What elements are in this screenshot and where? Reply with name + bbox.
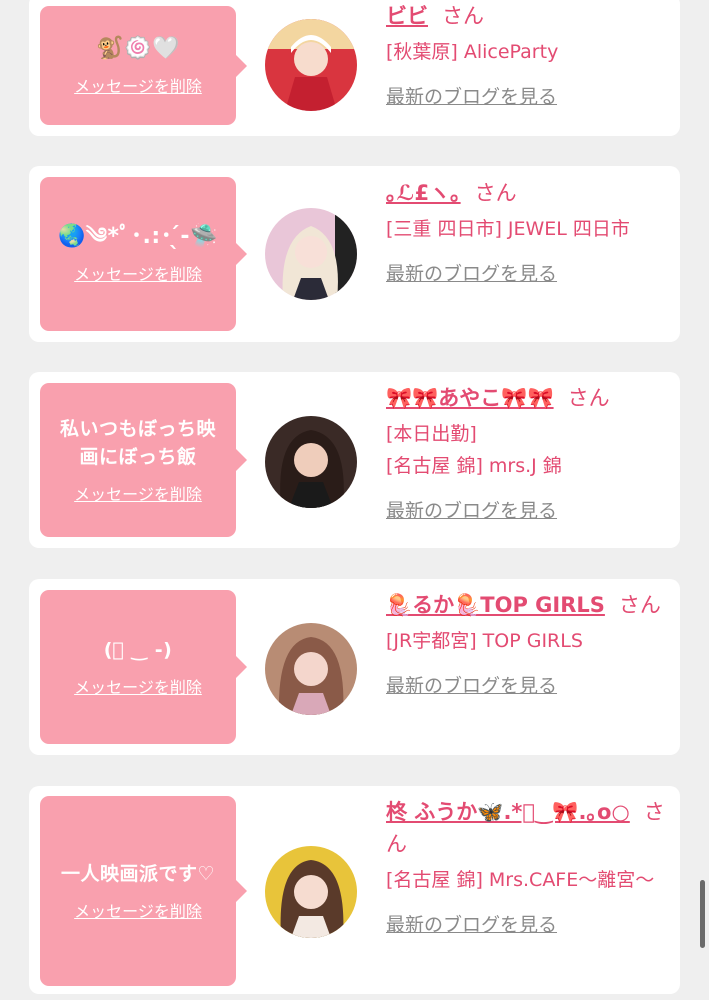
shop-line: [三重 四日市] JEWEL 四日市 <box>386 218 630 240</box>
profile-info: 🎀🎀あやこ🎀🎀 さん [本日出勤] [名古屋 錦] mrs.J 錦 最新のブログを… <box>386 382 668 523</box>
message-card: 🐒🍥🤍 メッセージを削除 ビビ さん [秋葉原] AliceParty 最新のブロ… <box>29 0 680 136</box>
name-row: 🪼るか🪼TOP GIRLS さん <box>386 589 668 621</box>
message-card: 一人映画派です♡ メッセージを削除 柊 ふうか🦋.*ﾟ‿🎀.｡o○ さん [名古屋… <box>29 786 680 994</box>
latest-blog-link[interactable]: 最新のブログを見る <box>386 671 668 698</box>
latest-blog-link[interactable]: 最新のブログを見る <box>386 259 668 286</box>
message-text: 一人映画派です♡ <box>60 863 216 885</box>
message-text: 🌏༄*ﾟ･.:･ ̖́-🛸 <box>58 224 218 249</box>
profile-info: 柊 ふうか🦋.*ﾟ‿🎀.｡o○ さん [名古屋 錦] Mrs.CAFE〜離宮〜 最… <box>386 796 668 937</box>
message-bubble: 🐒🍥🤍 メッセージを削除 <box>40 6 247 125</box>
profile-name-link[interactable]: 🎀🎀あやこ🎀🎀 <box>386 386 554 410</box>
avatar-photo-icon <box>265 846 357 938</box>
profile-info: ｡ℒ£ヽ｡ さん [三重 四日市] JEWEL 四日市 最新のブログを見る <box>386 177 668 286</box>
latest-blog-link[interactable]: 最新のブログを見る <box>386 82 668 109</box>
message-card: (ﾟ ‿ -) メッセージを削除 🪼るか🪼TOP GIRLS さん [JR宇都宮]… <box>29 579 680 755</box>
message-card: 🌏༄*ﾟ･.:･ ̖́-🛸 メッセージを削除 ｡ℒ£ヽ｡ さん [三重 四日市] … <box>29 166 680 342</box>
shop-line: [秋葉原] AliceParty <box>386 41 559 63</box>
honorific: さん <box>567 386 610 410</box>
status-line: [本日出勤] <box>386 423 477 445</box>
avatar[interactable] <box>265 846 357 938</box>
profile-name-link[interactable]: 柊 ふうか🦋.*ﾟ‿🎀.｡o○ <box>386 800 630 824</box>
message-bubble: 一人映画派です♡ メッセージを削除 <box>40 796 247 986</box>
profile-name-link[interactable]: ｡ℒ£ヽ｡ <box>386 181 461 205</box>
shop-line: [JR宇都宮] TOP GIRLS <box>386 630 583 652</box>
avatar-photo-icon <box>265 623 357 715</box>
avatar-photo-icon <box>265 19 357 111</box>
scrollbar[interactable] <box>700 880 705 948</box>
delete-message-link[interactable]: メッセージを削除 <box>74 73 202 97</box>
honorific: さん <box>442 4 484 28</box>
name-row: ｡ℒ£ヽ｡ さん <box>386 177 668 209</box>
avatar[interactable] <box>265 416 357 508</box>
profile-info: 🪼るか🪼TOP GIRLS さん [JR宇都宮] TOP GIRLS 最新のブログ… <box>386 589 668 698</box>
delete-message-link[interactable]: メッセージを削除 <box>74 481 202 505</box>
name-row: 柊 ふうか🦋.*ﾟ‿🎀.｡o○ さん <box>386 796 668 860</box>
delete-message-link[interactable]: メッセージを削除 <box>74 674 202 698</box>
shop-line: [名古屋 錦] Mrs.CAFE〜離宮〜 <box>386 869 655 891</box>
delete-message-link[interactable]: メッセージを削除 <box>74 898 202 922</box>
latest-blog-link[interactable]: 最新のブログを見る <box>386 910 668 937</box>
shop-line: [名古屋 錦] mrs.J 錦 <box>386 455 562 477</box>
message-text: (ﾟ ‿ -) <box>103 639 173 661</box>
latest-blog-link[interactable]: 最新のブログを見る <box>386 496 668 523</box>
delete-message-link[interactable]: メッセージを削除 <box>74 261 202 285</box>
profile-info: ビビ さん [秋葉原] AliceParty 最新のブログを見る <box>386 0 668 109</box>
avatar-photo-icon <box>265 416 357 508</box>
message-bubble: (ﾟ ‿ -) メッセージを削除 <box>40 590 247 744</box>
profile-name-link[interactable]: 🪼るか🪼TOP GIRLS <box>386 593 605 617</box>
avatar[interactable] <box>265 208 357 300</box>
message-text: 私いつもぼっち映画にぼっち飯 <box>59 418 216 468</box>
message-text: 🐒🍥🤍 <box>96 35 180 61</box>
message-card: 私いつもぼっち映画にぼっち飯 メッセージを削除 🎀🎀あやこ🎀🎀 さん [本日出勤]… <box>29 372 680 548</box>
honorific: さん <box>474 181 517 205</box>
message-bubble: 私いつもぼっち映画にぼっち飯 メッセージを削除 <box>40 383 247 537</box>
honorific: さん <box>618 593 661 617</box>
name-row: 🎀🎀あやこ🎀🎀 さん <box>386 382 668 414</box>
message-list: 🐒🍥🤍 メッセージを削除 ビビ さん [秋葉原] AliceParty 最新のブロ… <box>0 0 709 1000</box>
message-bubble: 🌏༄*ﾟ･.:･ ̖́-🛸 メッセージを削除 <box>40 177 247 331</box>
name-row: ビビ さん <box>386 0 668 32</box>
avatar[interactable] <box>265 623 357 715</box>
avatar-photo-icon <box>265 208 357 300</box>
avatar[interactable] <box>265 19 357 111</box>
profile-name-link[interactable]: ビビ <box>386 4 428 28</box>
